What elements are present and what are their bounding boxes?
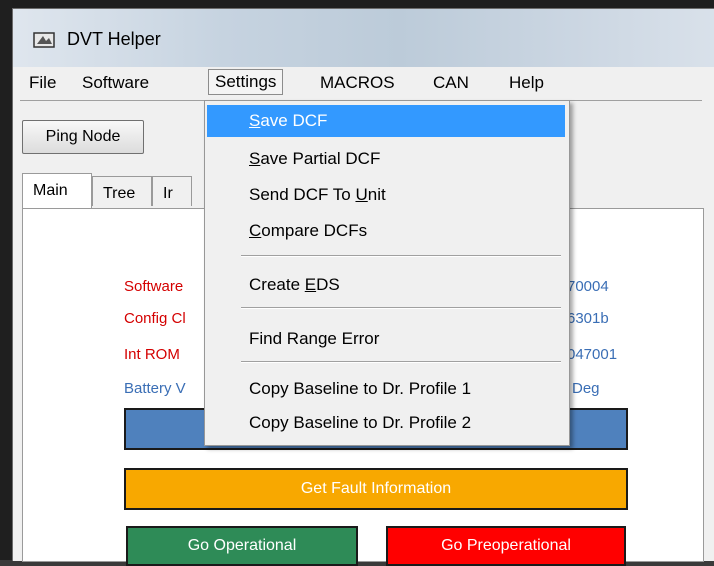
tab-partial[interactable]: Ir — [152, 176, 192, 206]
menu-can[interactable]: CAN — [426, 70, 476, 96]
ping-node-button[interactable]: Ping Node — [22, 120, 144, 154]
menu-item-compare-dcfs[interactable]: Compare DCFs — [207, 215, 565, 247]
title-bar: DVT Helper — [13, 9, 714, 67]
menu-settings[interactable]: Settings — [208, 69, 284, 95]
go-operational-button[interactable]: Go Operational — [126, 526, 358, 566]
menu-item-find-range-error[interactable]: Find Range Error — [207, 323, 565, 355]
int-rom-value: 047001 — [567, 346, 618, 363]
menu-file[interactable]: File — [22, 70, 63, 96]
config-checksum-value: 6301b — [567, 310, 609, 327]
menu-separator — [241, 307, 561, 309]
menu-item-copy-baseline-profile-2[interactable]: Copy Baseline to Dr. Profile 2 — [207, 407, 565, 439]
go-preoperational-button[interactable]: Go Preoperational — [386, 526, 626, 566]
tab-tree-label: Tree — [103, 185, 136, 202]
app-icon — [33, 32, 55, 48]
int-rom-label: Int ROM — [124, 346, 180, 363]
menu-item-copy-baseline-profile-1[interactable]: Copy Baseline to Dr. Profile 1 — [207, 373, 565, 405]
menu-macros[interactable]: MACROS — [313, 70, 402, 96]
tab-main-label: Main — [33, 182, 68, 199]
tab-tree[interactable]: Tree — [92, 176, 152, 206]
window-title: DVT Helper — [67, 29, 161, 49]
menu-separator — [241, 361, 561, 363]
menu-item-save-partial-dcf[interactable]: Save Partial DCF — [207, 143, 565, 175]
left-window-edge — [0, 0, 12, 560]
tab-partial-label: Ir — [163, 185, 173, 202]
battery-temp-value: Deg — [572, 380, 600, 397]
menu-separator — [241, 255, 561, 257]
config-checksum-label: Config Cl — [124, 310, 186, 327]
settings-dropdown-menu: Save DCF Save Partial DCF Send DCF To Un… — [204, 100, 570, 446]
software-label: Software — [124, 278, 184, 295]
get-fault-information-button[interactable]: Get Fault Information — [124, 468, 628, 510]
menu-software[interactable]: Software — [75, 70, 156, 96]
menu-item-send-dcf-to-unit[interactable]: Send DCF To Unit — [207, 179, 565, 211]
menu-bar: File Software Settings MACROS CAN Help — [22, 66, 702, 98]
menu-item-save-dcf[interactable]: Save DCF — [207, 105, 565, 137]
menu-item-create-eds[interactable]: Create EDS — [207, 269, 565, 301]
battery-voltage-label: Battery V — [124, 380, 186, 397]
software-value: 70004 — [567, 278, 609, 295]
tab-main[interactable]: Main — [22, 173, 92, 208]
menu-help[interactable]: Help — [502, 70, 551, 96]
